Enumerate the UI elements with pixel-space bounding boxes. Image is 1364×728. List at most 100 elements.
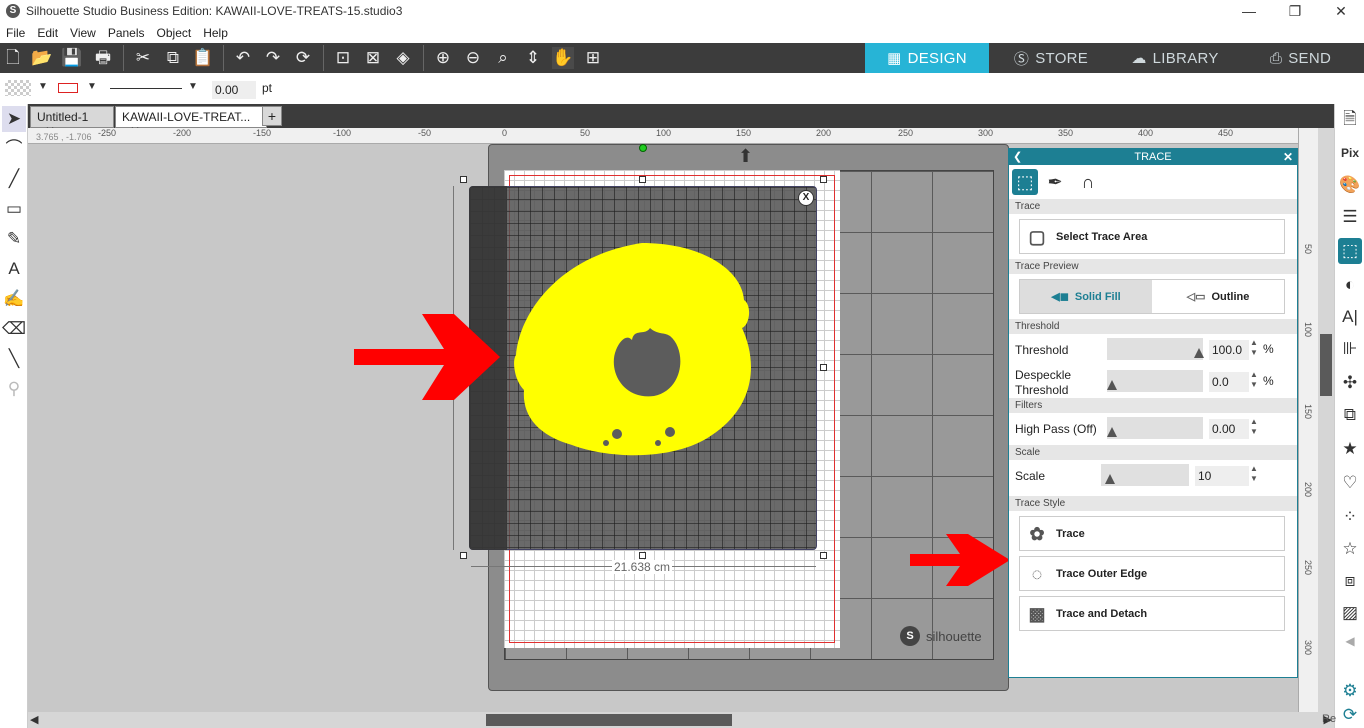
threshold-spinner-icon[interactable]: ▲ ▼ [1250, 338, 1258, 358]
vertical-scroll-thumb[interactable] [1320, 334, 1332, 396]
sketch-tool-icon[interactable]: ✍ [2, 286, 26, 312]
line-color-dropdown-icon[interactable]: ▼ [87, 81, 97, 92]
menu-edit[interactable]: Edit [31, 26, 64, 40]
solid-fill-button[interactable]: ◀◼ Solid Fill [1020, 280, 1152, 313]
sketch-dots-icon[interactable]: ⁘ [1338, 504, 1362, 530]
settings-gear-icon[interactable]: ⚙ [1338, 678, 1362, 704]
page-setup-icon[interactable]: 🗎 [1338, 106, 1362, 132]
selection-handle[interactable] [820, 176, 827, 183]
selection-handle[interactable] [460, 176, 467, 183]
line-tool-icon[interactable]: ╱ [2, 166, 26, 192]
trace-panel-icon[interactable]: ⬚ [1338, 238, 1362, 264]
line-style-preview[interactable] [110, 88, 182, 89]
tab-kawaii-love-treats[interactable]: KAWAII-LOVE-TREAT... ✕ [115, 106, 267, 138]
minimize-button[interactable]: — [1226, 0, 1272, 22]
cut-icon[interactable]: ✂ [132, 47, 154, 69]
add-tab-button[interactable]: + [262, 106, 282, 126]
drag-zoom-icon[interactable]: ⇕ [522, 47, 544, 69]
tab-library[interactable]: ☁ LIBRARY [1113, 43, 1237, 73]
yellow-donut-shape[interactable] [512, 240, 760, 460]
contrast-icon[interactable]: ◐ [1338, 272, 1362, 298]
pan-hand-icon[interactable]: ✋ [552, 47, 574, 69]
fill-color-swatch[interactable] [5, 80, 31, 96]
close-window-button[interactable]: ✕ [1318, 0, 1364, 22]
rotate-handle[interactable] [639, 144, 647, 152]
tab-design[interactable]: ▦ DESIGN [865, 43, 989, 73]
selection-handle[interactable] [820, 552, 827, 559]
outline-button[interactable]: ◁▭ Outline [1152, 280, 1284, 313]
text-tool-icon[interactable]: A [2, 256, 26, 282]
close-badge[interactable]: X [798, 190, 814, 206]
eraser-tool-icon[interactable]: ⌫ [2, 316, 26, 342]
magnet-icon[interactable]: ∩ [1075, 169, 1101, 195]
knife-tool-icon[interactable]: ╲ [2, 346, 26, 372]
select-trace-area-button[interactable]: ▢ Select Trace Area [1019, 219, 1285, 254]
selection-handle[interactable] [820, 364, 827, 371]
line-style-dropdown-icon[interactable]: ▼ [188, 81, 198, 92]
copy-icon[interactable]: ⧉ [162, 47, 184, 69]
trace-outer-edge-button[interactable]: ◌ Trace Outer Edge [1019, 556, 1285, 591]
layers-icon[interactable]: ⧈ [1338, 568, 1362, 594]
star-outline-icon[interactable]: ☆ [1338, 536, 1362, 562]
rectangle-tool-icon[interactable]: ▭ [2, 196, 26, 222]
scroll-left-icon[interactable]: ◀ [30, 713, 38, 726]
zoom-select-icon[interactable]: ⌕ [492, 47, 514, 69]
scale-slider-thumb[interactable] [1105, 474, 1115, 484]
ungroup-icon[interactable]: ⊠ [362, 47, 384, 69]
menu-object[interactable]: Object [151, 26, 198, 40]
open-folder-icon[interactable]: 📂 [31, 47, 53, 69]
threshold-input[interactable]: 100.0 [1209, 340, 1249, 360]
redraw-icon[interactable]: ⟳ [292, 47, 314, 69]
text-style-icon[interactable]: A| [1338, 304, 1362, 330]
replicate-icon[interactable]: ⧉ [1338, 402, 1362, 428]
horizontal-scroll-thumb[interactable] [486, 714, 732, 726]
eyedropper-tool-icon[interactable]: ⚲ [2, 376, 26, 402]
despeckle-input[interactable]: 0.0 [1209, 372, 1249, 392]
menu-help[interactable]: Help [197, 26, 234, 40]
line-color-swatch[interactable] [58, 83, 78, 93]
collapse-chevron-icon[interactable]: ❮ [1013, 149, 1022, 165]
compound-path-icon[interactable]: ◈ [392, 47, 414, 69]
despeckle-slider-thumb[interactable] [1107, 380, 1117, 390]
align-icon[interactable]: ⊪ [1338, 336, 1362, 362]
zoom-in-icon[interactable]: ⊕ [432, 47, 454, 69]
offset-heart-icon[interactable]: ♡ [1338, 470, 1362, 496]
tab-untitled-1[interactable]: Untitled-1 ✕ [30, 106, 114, 138]
highpass-spinner-icon[interactable]: ▲ ▼ [1250, 417, 1258, 437]
fit-to-page-icon[interactable]: ⊞ [582, 47, 604, 69]
fill-palette-icon[interactable]: 🎨 [1338, 172, 1362, 198]
horizontal-scrollbar[interactable]: ◀ ▶ [28, 712, 1334, 728]
hatch-fill-icon[interactable]: ▨ [1338, 600, 1362, 626]
group-icon[interactable]: ⊡ [332, 47, 354, 69]
pix-scan-icon[interactable]: Pix [1338, 140, 1362, 166]
menu-file[interactable]: File [0, 26, 31, 40]
fill-dropdown-icon[interactable]: ▼ [38, 81, 48, 92]
highpass-input[interactable]: 0.00 [1209, 419, 1249, 439]
threshold-slider[interactable] [1107, 338, 1203, 360]
vertical-scrollbar[interactable] [1318, 128, 1334, 712]
expand-left-icon[interactable]: ◀ [1338, 628, 1362, 654]
trace-mode-icon[interactable]: ⬚ [1012, 169, 1038, 195]
despeckle-spinner-icon[interactable]: ▲ ▼ [1250, 370, 1258, 390]
menu-panels[interactable]: Panels [102, 26, 151, 40]
select-arrow-icon[interactable]: ➤ [2, 106, 26, 132]
edit-points-icon[interactable]: ⌒ [2, 136, 26, 162]
trace-and-detach-button[interactable]: ▩ Trace and Detach [1019, 596, 1285, 631]
zoom-out-icon[interactable]: ⊖ [462, 47, 484, 69]
trace-button[interactable]: ✿ Trace [1019, 516, 1285, 551]
transform-icon[interactable]: ✣ [1338, 370, 1362, 396]
pencil-tool-icon[interactable]: ✎ [2, 226, 26, 252]
menu-view[interactable]: View [64, 26, 102, 40]
eyedropper-icon[interactable]: ✒ [1042, 169, 1068, 195]
paste-icon[interactable]: 📋 [192, 47, 214, 69]
selection-handle[interactable] [460, 552, 467, 559]
highpass-slider-thumb[interactable] [1107, 427, 1117, 437]
save-icon[interactable]: 💾 [61, 47, 83, 69]
scale-input[interactable]: 10 [1195, 466, 1249, 486]
close-panel-icon[interactable]: ✕ [1283, 149, 1293, 165]
line-style-icon[interactable]: ☰ [1338, 204, 1362, 230]
redo-icon[interactable]: ↷ [262, 47, 284, 69]
despeckle-slider[interactable] [1107, 370, 1203, 392]
rhinestone-star-icon[interactable]: ★ [1338, 436, 1362, 462]
tab-store[interactable]: Ⓢ STORE [989, 43, 1113, 73]
